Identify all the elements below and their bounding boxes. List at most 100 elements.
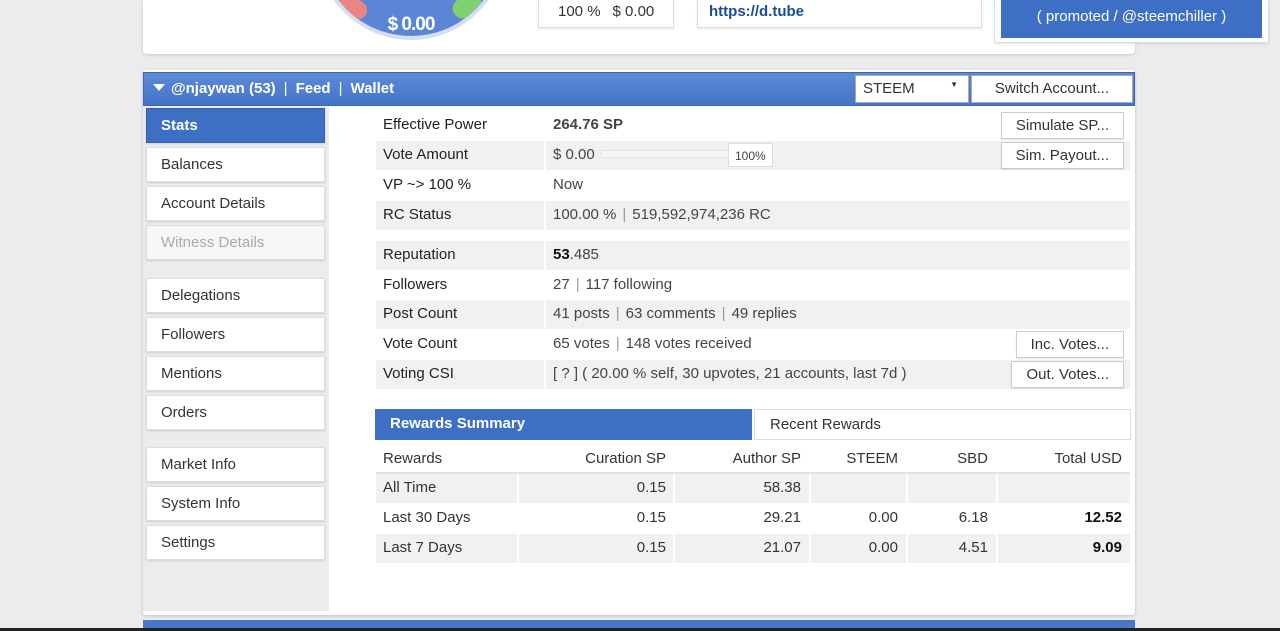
table-cell: 6.18 [958,509,988,526]
simulate-sp-button[interactable]: Simulate SP... [1000,112,1124,139]
switch-account-button[interactable]: Switch Account... [971,75,1133,103]
table-cell: 29.21 [763,509,801,526]
stats-row-effective-power: Effective Power 264.76 SP Simulate SP... [376,111,1130,140]
table-cell: Last 30 Days [383,509,471,526]
rc-amount: 519,592,974,236 RC [632,206,771,223]
main-panel: @njaywan (53) | Feed | Wallet STEEM ▼ Switch… [143,70,1135,615]
column-divider [673,474,675,503]
sidebar-item-stats[interactable]: Stats [146,108,325,143]
sidebar-item-settings[interactable]: Settings [146,525,325,560]
nav-separator: | [283,80,288,97]
sidebar-item-balances[interactable]: Balances [146,147,325,182]
sidebar-item-market-info[interactable]: Market Info [146,447,325,482]
currency-select-value: STEEM [863,80,915,97]
table-cell: 12.52 [1084,509,1122,526]
account-name-link[interactable]: @njaywan (53) [171,80,276,97]
column-header: Author SP [732,450,801,467]
promo-box: ( promoted / @steemchiller ) [994,0,1269,43]
column-divider [809,474,811,503]
column-divider [809,534,811,563]
vote-value: $ 0.00 [612,3,655,20]
table-cell: 21.07 [763,539,801,556]
wallet-link[interactable]: Wallet [350,80,394,97]
row-divider [544,201,546,230]
vp-value: Now [553,176,584,193]
posts-count: 41 posts [553,305,610,322]
vp-label: VP ~> 100 % [383,176,472,193]
table-cell: 0.00 [868,509,898,526]
vote-weight-slider[interactable] [601,150,729,158]
currency-select[interactable]: STEEM ▼ [855,75,969,103]
effective-power-value: 264.76 SP [553,116,624,133]
table-cell: 0.15 [636,479,666,496]
table-row: Last 30 Days 0.15 29.21 0.00 6.18 12.52 [376,504,1130,533]
reputation-int: 53 [553,246,570,263]
reputation-value: 53.485 [553,246,599,263]
column-divider [906,474,908,503]
sidebar-item-account-details[interactable]: Account Details [146,186,325,221]
vote-count-value: 65 votes | 148 votes received [553,335,752,352]
post-count-label: Post Count [383,305,458,322]
voting-value-gauge: $ 0.00 [316,0,506,40]
tab-recent-rewards[interactable]: Recent Rewards [754,409,1131,440]
sidebar-item-mentions[interactable]: Mentions [146,356,325,391]
table-cell: 9.09 [1092,539,1122,556]
pipe-separator: | [575,276,580,293]
column-header: Curation SP [585,450,666,467]
vote-amount-label: Vote Amount [383,146,469,163]
column-divider [517,474,519,503]
replies-count: 49 replies [731,305,797,322]
feed-link[interactable]: Feed [296,80,331,97]
sidebar: Stats Balances Account Details Witness D… [143,106,329,611]
pipe-separator: | [622,206,627,223]
pipe-separator: | [721,305,726,322]
voting-csi-label: Voting CSI [383,365,454,382]
sidebar-item-system-info[interactable]: System Info [146,486,325,521]
sidebar-item-witness-details: Witness Details [146,225,325,260]
column-divider [517,534,519,563]
out-votes-button[interactable]: Out. Votes... [1011,361,1124,388]
rewards-header-row: Rewards Curation SP Author SP STEEM SBD … [376,445,1130,474]
sidebar-item-delegations[interactable]: Delegations [146,278,325,313]
rc-value: 100.00 % | 519,592,974,236 RC [553,206,771,223]
row-divider [544,300,546,329]
vote-weight-percent: 100% [728,143,773,167]
vote-percent: 100 % [558,3,601,20]
top-panel: $ 0.00 100 % $ 0.00 https://d.tube ( prom… [143,0,1269,54]
followers-value: 27 | 117 following [553,276,672,293]
column-divider [996,534,998,563]
pipe-separator: | [615,305,620,322]
nav-separator: | [338,80,343,97]
followers-label: Followers [383,276,448,293]
vote-amount-value: $ 0.00 [553,146,595,163]
post-count-value: 41 posts | 63 comments | 49 replies [553,305,797,322]
vote-count-label: Vote Count [383,335,458,352]
sidebar-item-followers[interactable]: Followers [146,317,325,352]
sidebar-item-orders[interactable]: Orders [146,395,325,430]
sim-payout-button[interactable]: Sim. Payout... [1000,142,1124,169]
voting-csi-value: [ ? ] ( 20.00 % self, 30 upvotes, 21 acc… [553,365,907,382]
rc-percent: 100.00 % [553,206,617,223]
stats-row-vote-count: Vote Count 65 votes | 148 votes received I… [376,330,1130,359]
account-header-bar: @njaywan (53) | Feed | Wallet STEEM ▼ Switch… [143,72,1135,106]
caret-down-icon[interactable] [153,84,165,91]
reputation-dec: .485 [569,246,599,263]
stats-row-reputation: Reputation 53.485 [376,241,1130,270]
votes-count: 65 votes [553,335,610,352]
column-header: Total USD [1054,450,1122,467]
table-cell: 58.38 [763,479,801,496]
stats-row-followers: Followers 27 | 117 following [376,271,1130,300]
effective-power-label: Effective Power [383,116,487,133]
stats-row-rc: RC Status 100.00 % | 519,592,974,236 RC [376,201,1130,230]
url-link[interactable]: https://d.tube [709,3,804,20]
stats-row-vp: VP ~> 100 % Now [376,171,1130,200]
tab-rewards-summary[interactable]: Rewards Summary [375,409,752,440]
table-cell: Last 7 Days [383,539,463,556]
promoted-button[interactable]: ( promoted / @steemchiller ) [1001,0,1262,38]
column-divider [906,534,908,563]
column-header: Rewards [383,450,443,467]
pipe-separator: | [615,335,620,352]
url-box[interactable]: https://d.tube [697,0,982,28]
following-count: 117 following [585,276,673,293]
inc-votes-button[interactable]: Inc. Votes... [1015,331,1124,358]
